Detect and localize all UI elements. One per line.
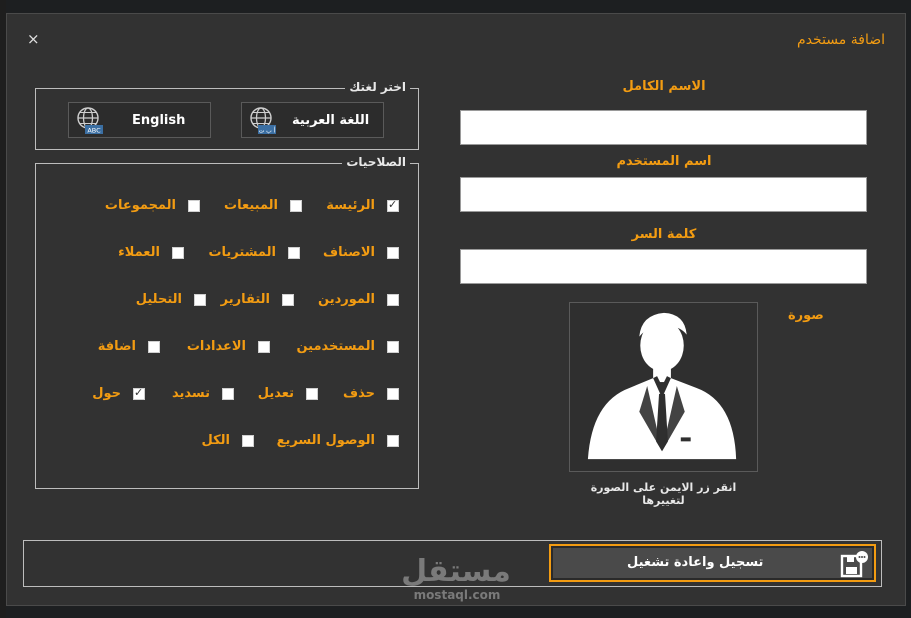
perm-reports-label: التقارير	[220, 292, 270, 307]
user-silhouette-icon	[587, 312, 737, 460]
perm-suppliers-checkbox[interactable]	[387, 293, 399, 306]
perm-users-checkbox[interactable]	[387, 340, 399, 353]
perm-customers-checkbox[interactable]	[172, 246, 184, 259]
username-input[interactable]	[460, 177, 867, 212]
dialog-title: اضافة مستخدم	[797, 32, 885, 48]
perm-customers-label: العملاء	[118, 245, 160, 260]
watermark-latin: mostaql.com	[413, 588, 501, 602]
perm-analysis[interactable]: التحليل	[136, 292, 206, 307]
english-button[interactable]: ABC English	[68, 102, 211, 138]
perm-users[interactable]: المستخدمين	[296, 339, 399, 354]
globe-abc-icon: ABC	[77, 107, 103, 134]
watermark-arabic: مستقل	[401, 554, 511, 589]
perm-users-label: المستخدمين	[296, 339, 375, 354]
perm-edit-checkbox[interactable]	[306, 387, 318, 400]
permissions-legend: الصلاحيات	[342, 155, 410, 169]
perm-quick-access[interactable]: الوصول السريع	[277, 433, 399, 448]
perm-purchases[interactable]: المشتريات	[208, 245, 300, 260]
perm-all-checkbox[interactable]	[242, 434, 254, 447]
password-input[interactable]	[460, 249, 867, 284]
perm-about-label: حول	[92, 386, 121, 401]
perm-suppliers-label: الموردين	[318, 292, 375, 307]
perm-reports-checkbox[interactable]	[282, 293, 294, 306]
perm-sales[interactable]: المبيعات	[224, 198, 302, 213]
perm-all-label: الكل	[201, 433, 230, 448]
perm-about-checkbox[interactable]	[133, 386, 145, 400]
user-photo[interactable]	[569, 302, 758, 472]
register-restart-button[interactable]: تسجيل واعادة تشغيل	[549, 544, 876, 582]
perm-groups-label: المجموعات	[104, 198, 176, 213]
arabic-button[interactable]: أ ب ت اللغة العربية	[241, 102, 384, 138]
register-restart-label: تسجيل واعادة تشغيل	[627, 555, 764, 570]
arabic-label: اللغة العربية	[292, 113, 370, 128]
perm-about[interactable]: حول	[92, 386, 145, 401]
perm-groups[interactable]: المجموعات	[105, 198, 200, 213]
permissions-group: الصلاحيات الرئيسة المبيعات المجموعات الا…	[35, 155, 419, 489]
perm-sales-label: المبيعات	[224, 198, 278, 213]
password-label: كلمة السر	[631, 227, 697, 242]
perm-payment-label: تسديد	[171, 386, 210, 401]
language-group: اختر لغتك ABC English أ ب ت اللغة العربي…	[35, 80, 419, 150]
perm-items-checkbox[interactable]	[387, 246, 399, 259]
perm-home-label: الرئيسة	[326, 198, 375, 213]
perm-edit-label: تعديل	[257, 386, 294, 401]
photo-label: صورة	[788, 308, 824, 323]
perm-analysis-checkbox[interactable]	[194, 293, 206, 306]
perm-items-label: الاصناف	[323, 245, 375, 260]
perm-settings-checkbox[interactable]	[258, 340, 270, 353]
perm-quick-access-label: الوصول السريع	[276, 433, 375, 448]
perm-groups-checkbox[interactable]	[188, 199, 200, 212]
perm-all[interactable]: الكل	[201, 433, 254, 448]
svg-text:أ ب ت: أ ب ت	[259, 126, 276, 134]
perm-settings-label: الاعدادات	[186, 339, 246, 354]
close-button[interactable]: ×	[27, 30, 40, 48]
svg-text:ABC: ABC	[87, 126, 101, 134]
fullname-input[interactable]	[460, 110, 867, 145]
globe-arabic-icon: أ ب ت	[250, 107, 276, 134]
perm-home-checkbox[interactable]	[387, 198, 399, 212]
fullname-label: الاسم الكامل	[622, 79, 706, 94]
perm-add[interactable]: اضافة	[98, 339, 160, 354]
perm-payment-checkbox[interactable]	[222, 387, 234, 400]
perm-sales-checkbox[interactable]	[290, 199, 302, 212]
perm-home[interactable]: الرئيسة	[326, 198, 399, 213]
add-user-dialog: × اضافة مستخدم اختر لغتك ABC English أ ب…	[6, 13, 906, 606]
perm-settings[interactable]: الاعدادات	[187, 339, 270, 354]
language-legend: اختر لغتك	[345, 80, 410, 94]
perm-payment[interactable]: تسديد	[172, 386, 234, 401]
perm-edit[interactable]: تعديل	[258, 386, 318, 401]
perm-reports[interactable]: التقارير	[221, 292, 294, 307]
perm-delete-label: حذف	[343, 386, 375, 401]
perm-delete-checkbox[interactable]	[387, 387, 399, 400]
perm-customers[interactable]: العملاء	[118, 245, 184, 260]
english-label: English	[132, 113, 186, 128]
perm-purchases-label: المشتريات	[208, 245, 276, 260]
perm-quick-access-checkbox[interactable]	[387, 434, 399, 447]
save-restart-icon	[840, 551, 868, 578]
perm-add-checkbox[interactable]	[148, 340, 160, 353]
watermark-logo: مستقل mostaql.com	[397, 554, 517, 606]
perm-analysis-label: التحليل	[135, 292, 182, 307]
perm-purchases-checkbox[interactable]	[288, 246, 300, 259]
perm-suppliers[interactable]: الموردين	[318, 292, 399, 307]
photo-hint: انقر زر الايمن على الصورة لتغييرها	[590, 481, 737, 507]
username-label: اسم المستخدم	[616, 154, 712, 169]
perm-delete[interactable]: حذف	[343, 386, 399, 401]
perm-add-label: اضافة	[97, 339, 136, 354]
perm-items[interactable]: الاصناف	[323, 245, 399, 260]
